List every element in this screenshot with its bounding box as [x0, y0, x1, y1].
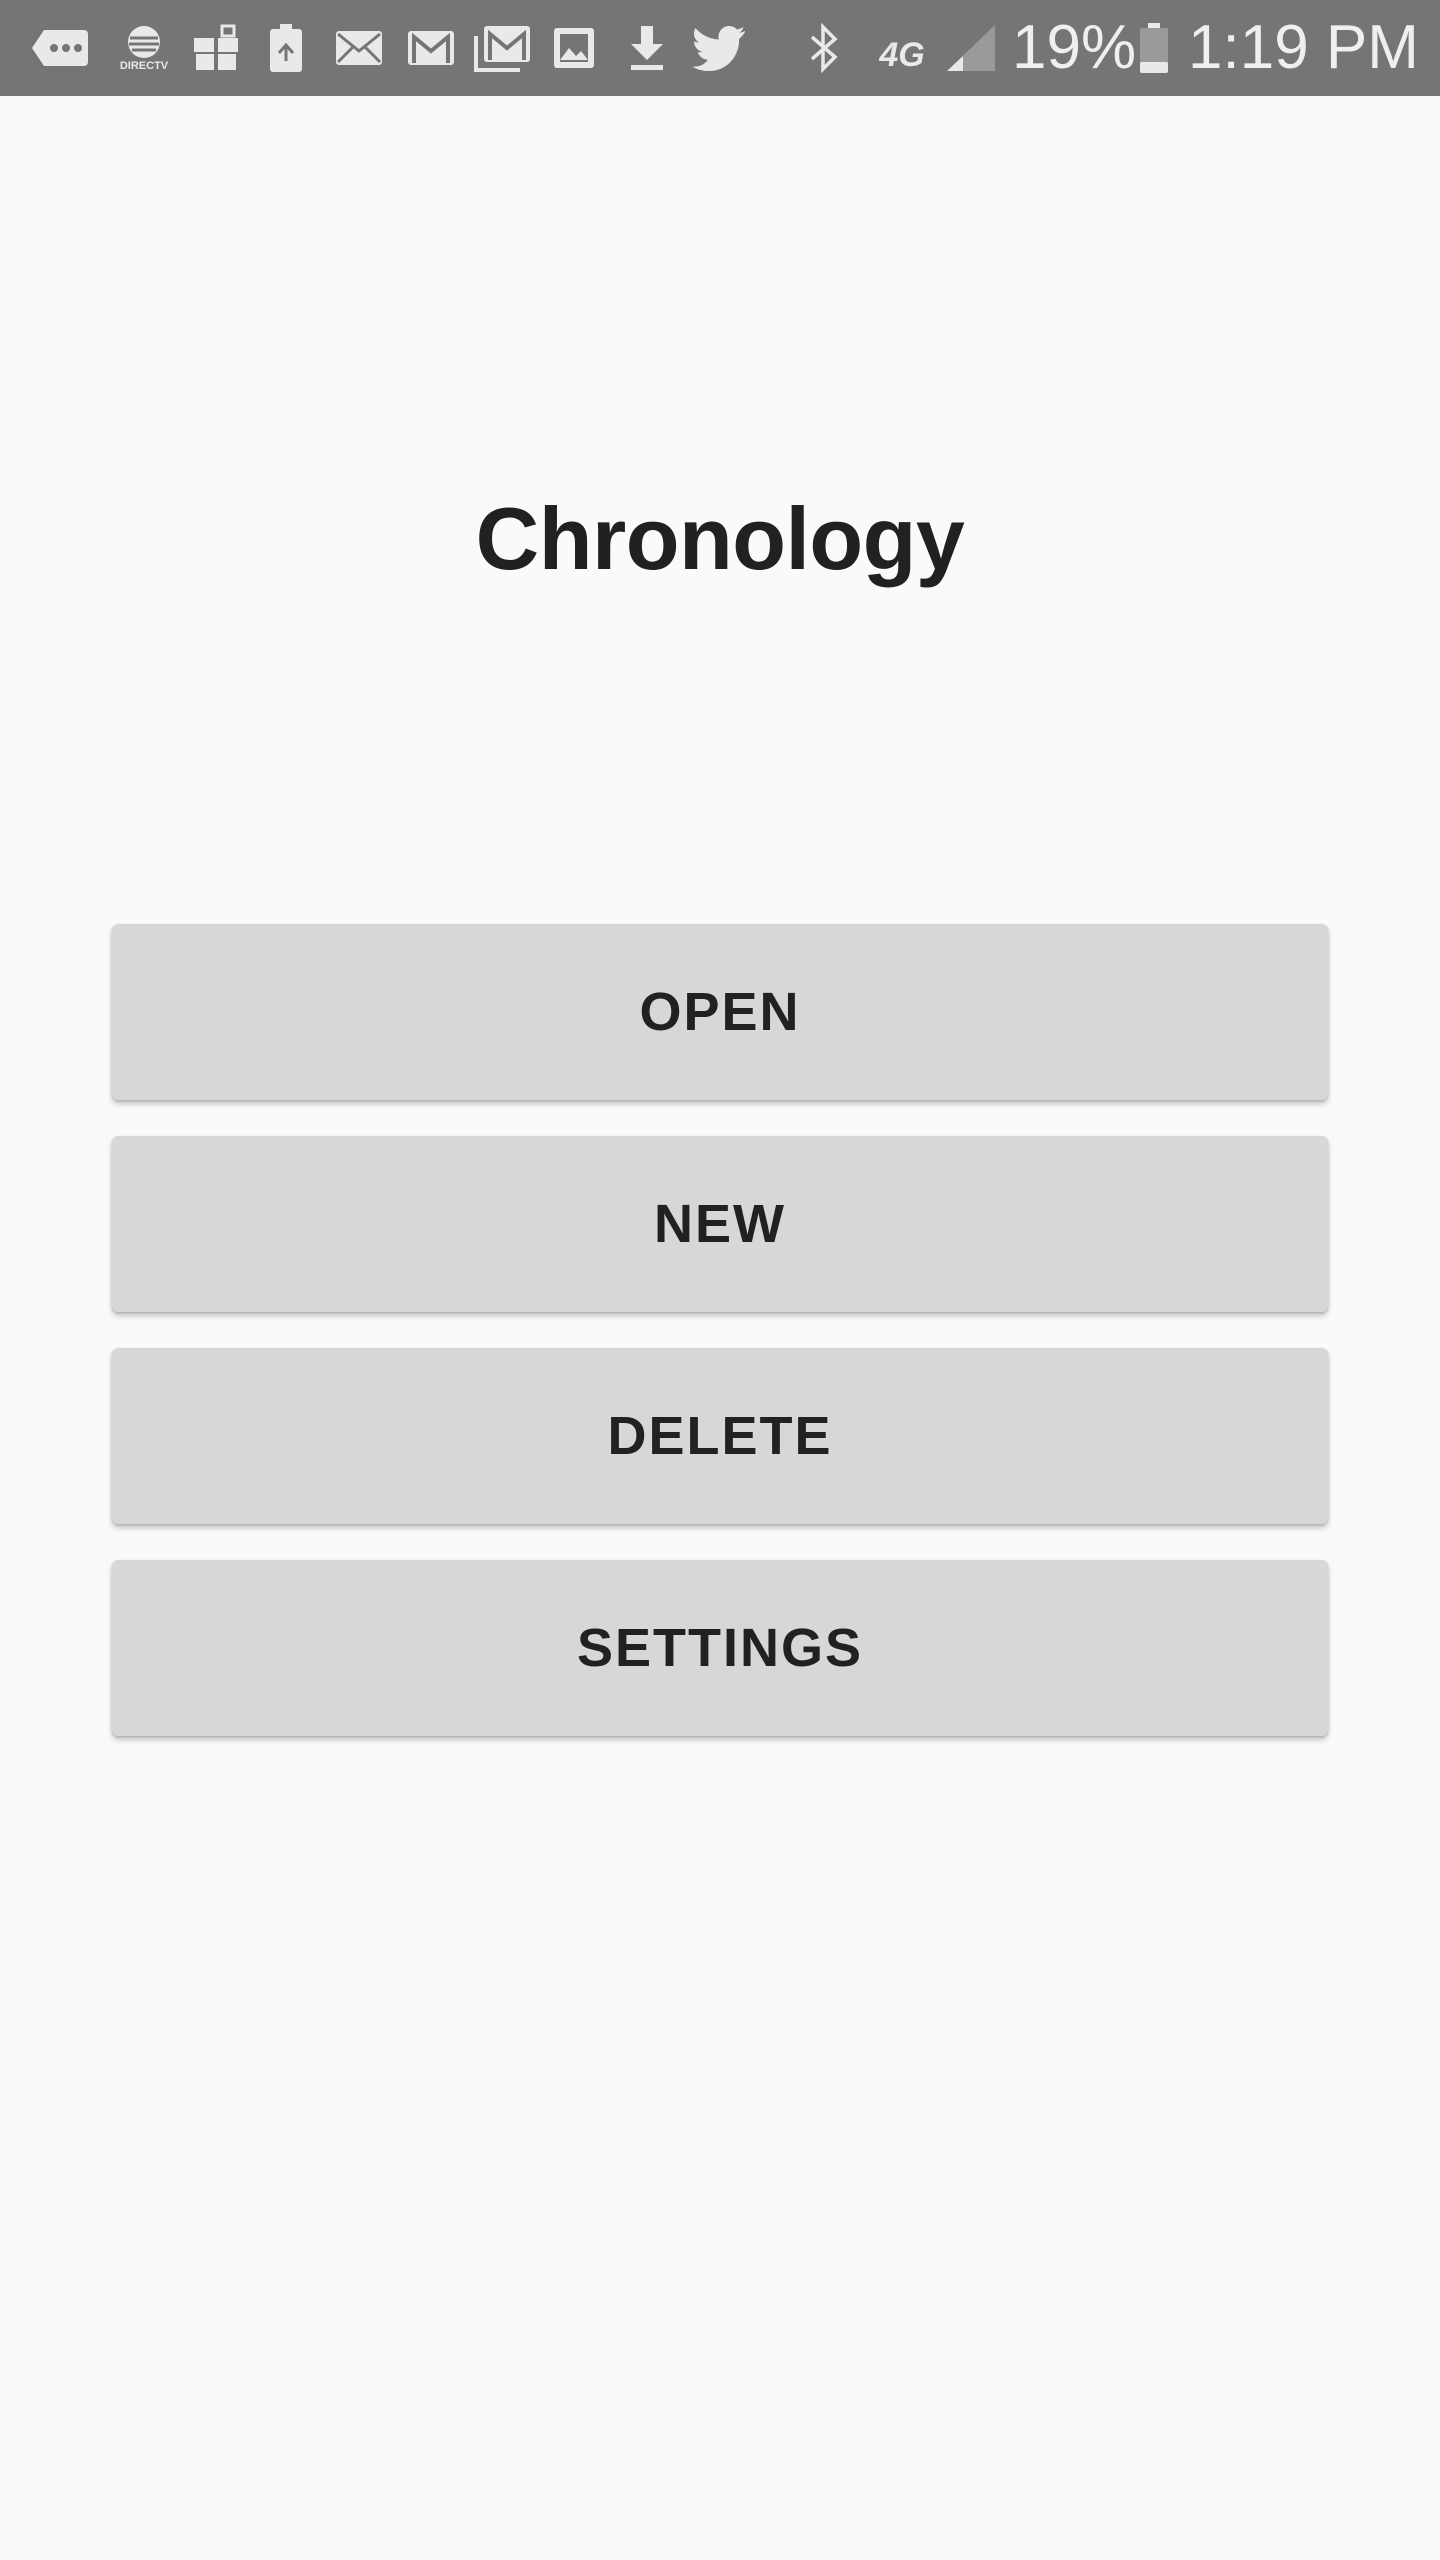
lte-4g-icon: 4G [872, 0, 932, 96]
att-directv-icon: DIRECTV [112, 0, 176, 96]
message-icon [28, 0, 92, 96]
status-bar: DIRECTV 4G 19% 1:19 PM [0, 0, 1440, 96]
twitter-icon [690, 0, 750, 96]
bluetooth-icon [800, 0, 848, 96]
carrier-label: DIRECTV [119, 60, 169, 72]
clock: 1:19 PM [1188, 13, 1419, 82]
new-button-label: NEW [654, 1194, 786, 1254]
battery-icon [1136, 0, 1172, 96]
settings-button[interactable]: SETTINGS [112, 1560, 1328, 1736]
open-button[interactable]: OPEN [112, 924, 1328, 1100]
battery-recycle-icon [262, 0, 310, 96]
image-icon [548, 0, 600, 96]
app-title: Chronology [475, 489, 965, 588]
settings-button-label: SETTINGS [576, 1618, 864, 1678]
download-icon [622, 0, 672, 96]
gmail-multiple-icon [472, 0, 534, 96]
mail-icon [330, 0, 388, 96]
delete-button[interactable]: DELETE [112, 1348, 1328, 1524]
signal-icon [942, 0, 1000, 96]
battery-percent: 19% [1012, 13, 1137, 82]
gmail-icon [402, 0, 460, 96]
network-type-label: 4G [879, 35, 925, 74]
delete-button-label: DELETE [607, 1406, 833, 1466]
open-button-label: OPEN [639, 982, 801, 1042]
new-button[interactable]: NEW [112, 1136, 1328, 1312]
gift-icon [188, 0, 244, 96]
